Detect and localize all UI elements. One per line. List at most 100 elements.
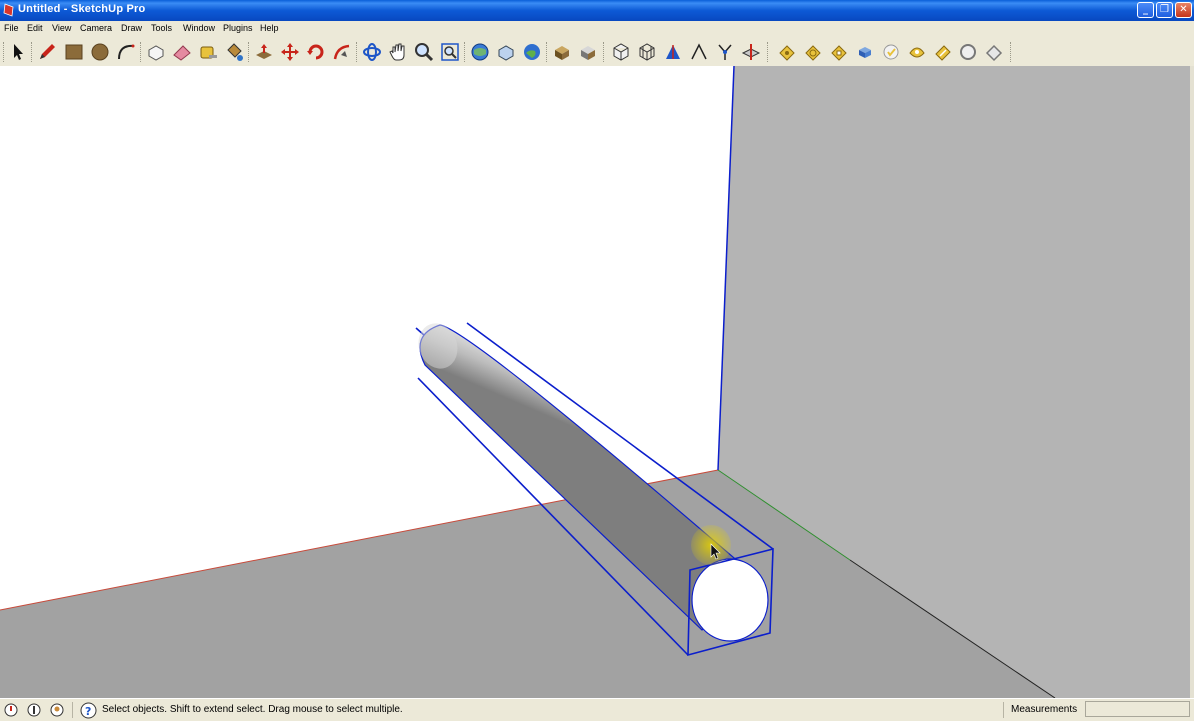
- maximize-icon: ❐: [1160, 4, 1169, 15]
- menu-draw[interactable]: Draw: [121, 23, 142, 33]
- smoove-icon: [831, 45, 847, 61]
- stamp-icon: [859, 47, 871, 58]
- wireframe-icon: [639, 43, 655, 61]
- axes-icon: [666, 45, 680, 59]
- pan-icon: [389, 43, 405, 61]
- credits-icon[interactable]: [27, 703, 41, 717]
- toolbar-separator: [356, 42, 360, 62]
- menu-file[interactable]: File: [4, 23, 19, 33]
- tool-stamp[interactable]: [854, 41, 876, 63]
- window-title: Untitled - SketchUp Pro: [18, 3, 146, 15]
- get-photo-texture-icon: [555, 46, 569, 60]
- dimension-icon: [691, 43, 707, 60]
- tool-smoove[interactable]: [828, 41, 850, 63]
- menu-help[interactable]: Help: [260, 23, 279, 33]
- menu-edit[interactable]: Edit: [27, 23, 43, 33]
- tool-share-model[interactable]: [495, 41, 517, 63]
- tool-wireframe[interactable]: [636, 41, 658, 63]
- toolbar-separator: [31, 42, 35, 62]
- vertical-scrollbar[interactable]: [1190, 66, 1194, 698]
- get-models-icon: [471, 43, 489, 61]
- rectangle-icon: [65, 44, 83, 60]
- drawing-area[interactable]: [0, 66, 1194, 698]
- status-bar: ? Select objects. Shift to extend select…: [0, 698, 1194, 721]
- menu-window[interactable]: Window: [183, 23, 215, 33]
- measurements-field[interactable]: [1085, 701, 1190, 717]
- tool-zoom-extents[interactable]: [439, 41, 461, 63]
- tool-zoom[interactable]: [413, 41, 435, 63]
- add-detail-icon: [909, 47, 925, 58]
- title-bar: Untitled - SketchUp Pro _ ❐ ✕: [0, 0, 1194, 21]
- user-icon[interactable]: [50, 703, 64, 717]
- tool-move[interactable]: [279, 41, 301, 63]
- toolbar-separator: [140, 42, 144, 62]
- tool-google-earth[interactable]: [521, 41, 543, 63]
- tool-sandbox-from-contours[interactable]: [776, 41, 798, 63]
- tool-orbit[interactable]: [361, 41, 383, 63]
- menu-plugins[interactable]: Plugins: [223, 23, 253, 33]
- geo-location-icon[interactable]: [4, 703, 18, 717]
- tool-pencil[interactable]: [36, 41, 58, 63]
- tool-component-3d[interactable]: [577, 41, 599, 63]
- tool-push-pull[interactable]: [253, 41, 275, 63]
- tool-iso-view[interactable]: [610, 41, 632, 63]
- close-button[interactable]: ✕: [1175, 2, 1192, 18]
- iso-view-icon: [613, 43, 629, 61]
- toolbar-separator: [248, 42, 252, 62]
- orbit-icon: [363, 43, 381, 61]
- sketchup-icon: [3, 3, 14, 17]
- tool-get-models[interactable]: [469, 41, 491, 63]
- measurements-label: Measurements: [1011, 704, 1078, 715]
- tool-dimension[interactable]: [688, 41, 710, 63]
- maximize-button[interactable]: ❐: [1156, 2, 1173, 18]
- tool-tape-measure[interactable]: [197, 41, 219, 63]
- tool-pan[interactable]: [387, 41, 409, 63]
- menu-view[interactable]: View: [52, 23, 71, 33]
- menu-camera[interactable]: Camera: [80, 23, 112, 33]
- tool-follow-me[interactable]: [331, 41, 353, 63]
- tool-section-plane[interactable]: [740, 41, 762, 63]
- menu-tools[interactable]: Tools: [151, 23, 172, 33]
- tool-rectangle[interactable]: [63, 41, 85, 63]
- status-message: Select objects. Shift to extend select. …: [102, 704, 403, 715]
- sandbox-from-scratch-icon: [805, 45, 821, 61]
- eraser-icon: [173, 45, 191, 61]
- tool-drape[interactable]: [880, 41, 902, 63]
- tool-select[interactable]: [7, 41, 29, 63]
- tool-arc[interactable]: [115, 41, 137, 63]
- tool-eraser[interactable]: [171, 41, 193, 63]
- scene[interactable]: [0, 66, 1194, 698]
- toolbar: [0, 38, 1194, 67]
- tool-flip-edge[interactable]: [932, 41, 954, 63]
- toolbar-separator: [464, 42, 468, 62]
- tool-get-photo-texture[interactable]: [551, 41, 573, 63]
- tool-tag[interactable]: [983, 41, 1005, 63]
- tool-rotate[interactable]: [305, 41, 327, 63]
- tool-circle[interactable]: [89, 41, 111, 63]
- rotate-icon: [307, 44, 324, 60]
- drape-icon: [883, 44, 899, 60]
- pencil-icon: [40, 44, 55, 59]
- minimize-icon: _: [1143, 4, 1148, 15]
- make-component-icon: [148, 45, 164, 61]
- tool-make-component[interactable]: [145, 41, 167, 63]
- tool-circle-outline[interactable]: [957, 41, 979, 63]
- toolbar-separator: [767, 42, 771, 62]
- move-icon: [281, 43, 299, 61]
- tool-sandbox-from-scratch[interactable]: [802, 41, 824, 63]
- follow-me-icon: [333, 44, 350, 60]
- tool-paint-bucket[interactable]: [223, 41, 245, 63]
- toolbar-separator: [546, 42, 550, 62]
- tape-measure-icon: [200, 46, 217, 59]
- circle-icon: [91, 43, 109, 61]
- status-separator: [72, 702, 73, 718]
- help-icon[interactable]: ?: [80, 702, 97, 719]
- tool-add-detail[interactable]: [906, 41, 928, 63]
- status-separator: [1003, 702, 1004, 718]
- tool-protractor[interactable]: [714, 41, 736, 63]
- close-icon: ✕: [1179, 4, 1188, 15]
- tool-axes[interactable]: [662, 41, 684, 63]
- svg-text:?: ?: [85, 705, 91, 718]
- minimize-button[interactable]: _: [1137, 2, 1154, 18]
- select-icon: [14, 44, 23, 60]
